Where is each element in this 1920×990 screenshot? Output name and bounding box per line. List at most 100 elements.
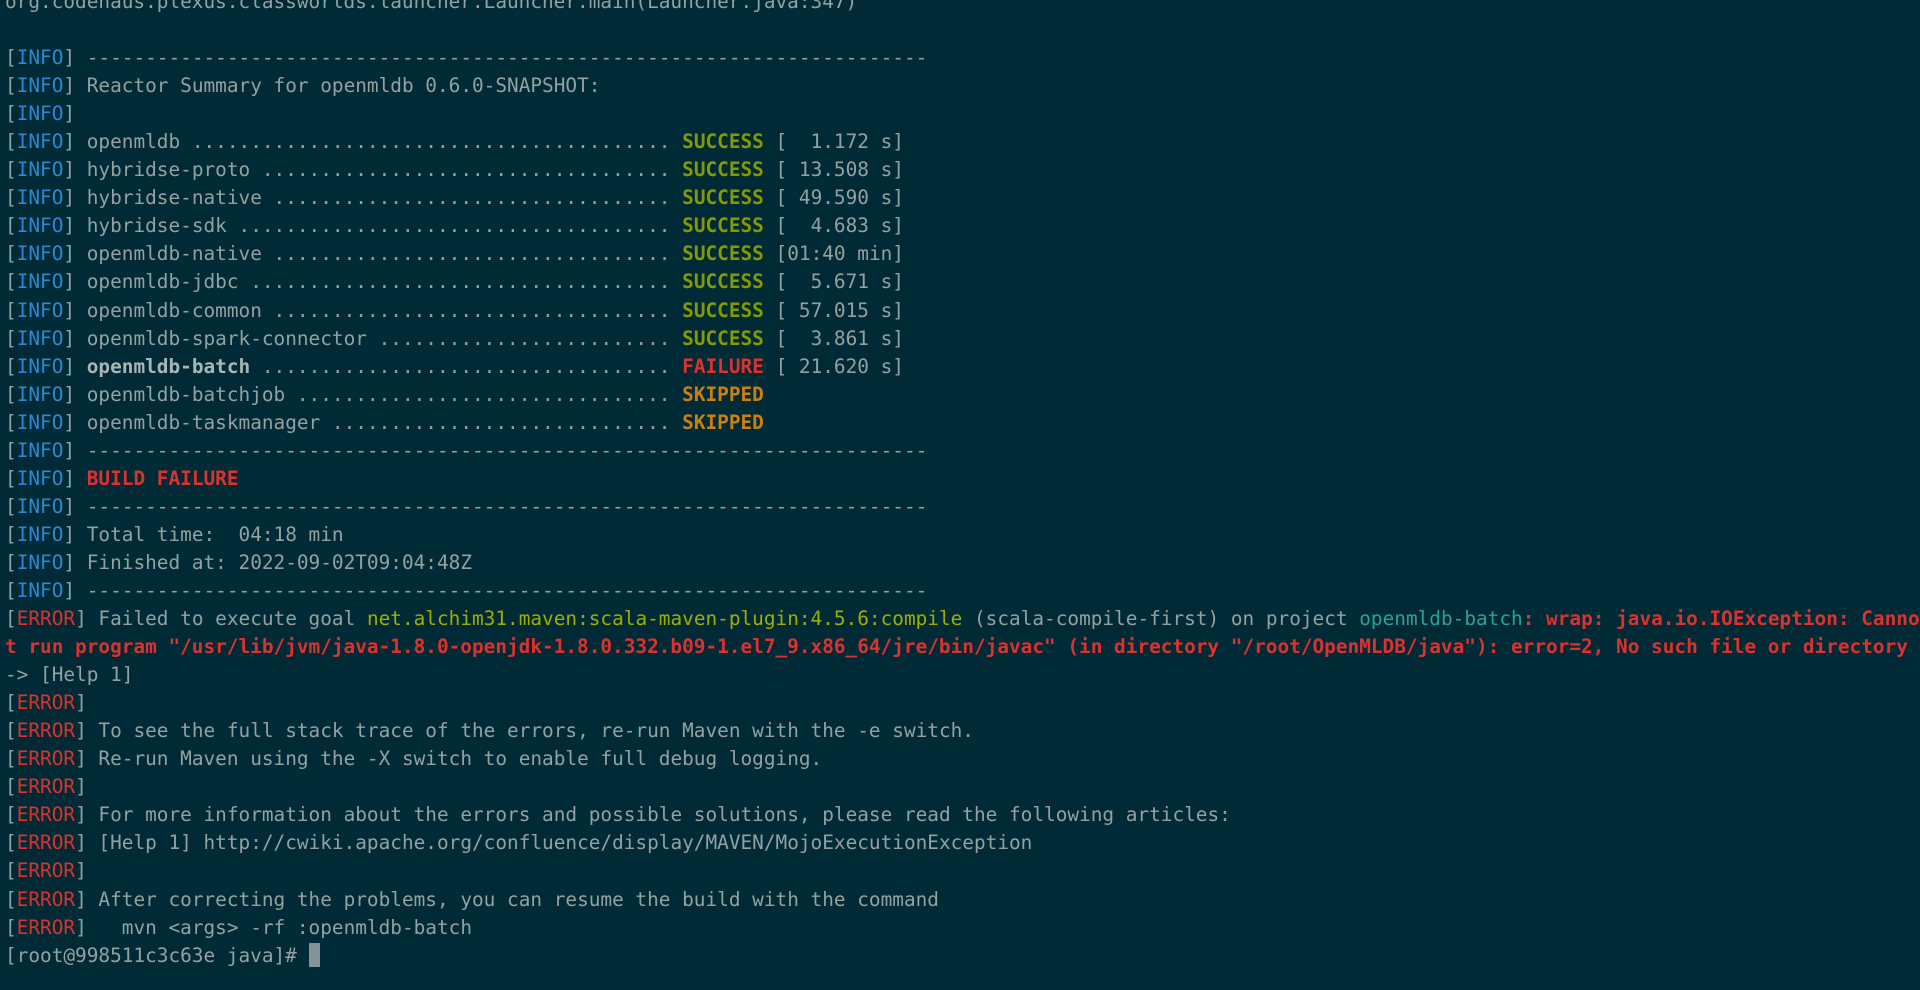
- info-tag: INFO: [16, 46, 64, 70]
- info-tag: INFO: [16, 130, 64, 154]
- info-tag: INFO: [16, 102, 64, 126]
- info-tag: INFO: [16, 494, 64, 518]
- module-time: [ 3.861 s]: [763, 326, 904, 350]
- error-line-text: [Help 1] http://cwiki.apache.org/conflue…: [86, 831, 1033, 855]
- info-separator-line: [INFO] ---------------------------------…: [5, 578, 928, 602]
- info-separator-line: [INFO] ---------------------------------…: [5, 46, 928, 70]
- error-line: [ERROR]: [5, 691, 87, 715]
- info-tag: INFO: [16, 382, 64, 406]
- module-label: openmldb-taskmanager ...................…: [86, 410, 683, 434]
- module-time: [ 13.508 s]: [763, 158, 904, 182]
- module-time: [ 21.620 s]: [763, 354, 904, 378]
- error-line: [ERROR] After correcting the problems, y…: [5, 887, 939, 911]
- error-line: [ERROR]: [5, 859, 87, 883]
- module-time: [ 5.671 s]: [763, 270, 904, 294]
- module-time: [ 4.683 s]: [763, 214, 904, 238]
- info-tag: INFO: [16, 438, 64, 462]
- terminal-window[interactable]: org.codehaus.plexus.classworlds.launcher…: [0, 0, 1920, 990]
- module-name: openmldb-batch: [86, 354, 251, 378]
- info-tag: INFO: [16, 186, 64, 210]
- finished-at: Finished at: 2022-09-02T09:04:48Z: [86, 550, 472, 574]
- finished-at-line: [INFO] Finished at: 2022-09-02T09:04:48Z: [5, 550, 472, 574]
- module-row: [INFO] openmldb-batch ..................…: [5, 354, 904, 378]
- module-status: SUCCESS: [682, 214, 764, 238]
- module-row: [INFO] hybridse-proto ..................…: [5, 158, 904, 182]
- error-goal-message: [ERROR] Failed to execute goal net.alchi…: [5, 607, 1920, 687]
- module-row: [INFO] hybridse-native .................…: [5, 186, 904, 210]
- module-status: SUCCESS: [682, 298, 764, 322]
- info-tag: INFO: [16, 522, 64, 546]
- error-tag: ERROR: [16, 719, 76, 743]
- module-status: SUCCESS: [682, 326, 764, 350]
- error-tag: ERROR: [16, 915, 76, 939]
- error-line: [ERROR] mvn <args> -rf :openmldb-batch: [5, 915, 472, 939]
- info-tag: INFO: [16, 214, 64, 238]
- module-row: [INFO] openmldb-jdbc ...................…: [5, 270, 904, 294]
- module-status: FAILURE: [682, 354, 764, 378]
- reactor-summary-title: [INFO] Reactor Summary for openmldb 0.6.…: [5, 74, 601, 98]
- module-row: [INFO] openmldb-spark-connector ........…: [5, 326, 904, 350]
- separator: ----------------------------------------…: [86, 46, 928, 70]
- module-time: [ 49.590 s]: [763, 186, 904, 210]
- module-time: [01:40 min]: [763, 242, 904, 266]
- stacktrace-line: org.codehaus.plexus.classworlds.launcher…: [5, 0, 858, 13]
- error-line-list: [ERROR] [ERROR] To see the full stack tra…: [5, 689, 1920, 941]
- error-line: [ERROR] [Help 1] http://cwiki.apache.org…: [5, 831, 1033, 855]
- module-row: [INFO] openmldb-taskmanager ............…: [5, 410, 764, 434]
- info-tag: INFO: [16, 242, 64, 266]
- info-tag: INFO: [16, 74, 64, 98]
- module-label: openmldb-common ........................…: [86, 298, 683, 322]
- module-label: hybridse-native ........................…: [86, 186, 683, 210]
- error-tag: ERROR: [16, 887, 76, 911]
- module-list: [INFO] openmldb ........................…: [5, 128, 1920, 437]
- total-time-line: [INFO] Total time: 04:18 min: [5, 522, 344, 546]
- info-tag: INFO: [16, 270, 64, 294]
- module-status: SKIPPED: [682, 382, 764, 406]
- info-tag: INFO: [16, 326, 64, 350]
- separator: ----------------------------------------…: [86, 578, 928, 602]
- module-status: SUCCESS: [682, 186, 764, 210]
- info-tag: INFO: [16, 410, 64, 434]
- error-line: [ERROR] Re-run Maven using the -X switch…: [5, 747, 823, 771]
- cursor-block: [308, 942, 320, 967]
- module-status: SUCCESS: [682, 158, 764, 182]
- error-line-text: To see the full stack trace of the error…: [86, 719, 974, 743]
- error-tag: ERROR: [16, 775, 76, 799]
- error-tag: ERROR: [16, 803, 76, 827]
- shell-prompt-line[interactable]: [root@998511c3c63e java]#: [5, 942, 1920, 970]
- module-status: SUCCESS: [682, 130, 764, 154]
- module-row: [INFO] openmldb-batchjob ...............…: [5, 382, 764, 406]
- error-tag: ERROR: [16, 747, 76, 771]
- error-tag: ERROR: [16, 859, 76, 883]
- separator: ----------------------------------------…: [86, 438, 928, 462]
- info-separator-line: [INFO] ---------------------------------…: [5, 494, 928, 518]
- module-status: SUCCESS: [682, 270, 764, 294]
- info-tag: INFO: [16, 298, 64, 322]
- module-label: openmldb-spark-connector ...............…: [86, 326, 683, 350]
- module-label: openmldb-native ........................…: [86, 242, 683, 266]
- error-line-text: mvn <args> -rf :openmldb-batch: [86, 915, 472, 939]
- module-label: openmldb-jdbc ..........................…: [86, 270, 683, 294]
- error-goal-middle: (scala-compile-first) on project: [962, 607, 1360, 631]
- info-tag: INFO: [16, 466, 64, 490]
- error-line-text: Re-run Maven using the -X switch to enab…: [86, 747, 823, 771]
- error-goal-prefix: Failed to execute goal: [86, 607, 367, 631]
- error-tag: ERROR: [16, 831, 76, 855]
- info-blank-line: [INFO]: [5, 102, 76, 126]
- info-tag: INFO: [16, 578, 64, 602]
- reactor-title-text: Reactor Summary for openmldb 0.6.0-SNAPS…: [86, 74, 601, 98]
- module-status: SUCCESS: [682, 242, 764, 266]
- shell-prompt: [root@998511c3c63e java]#: [5, 943, 309, 967]
- module-label: hybridse-proto .........................…: [86, 158, 683, 182]
- error-line: [ERROR]: [5, 775, 87, 799]
- info-tag: INFO: [16, 550, 64, 574]
- module-row: [INFO] openmldb-common .................…: [5, 298, 904, 322]
- error-line-text: For more information about the errors an…: [86, 803, 1231, 827]
- total-time: Total time: 04:18 min: [86, 522, 344, 546]
- error-line-text: After correcting the problems, you can r…: [86, 887, 939, 911]
- info-tag: INFO: [16, 158, 64, 182]
- error-line: [ERROR] To see the full stack trace of t…: [5, 719, 974, 743]
- module-label: openmldb ...............................…: [86, 130, 683, 154]
- module-time: [ 57.015 s]: [763, 298, 904, 322]
